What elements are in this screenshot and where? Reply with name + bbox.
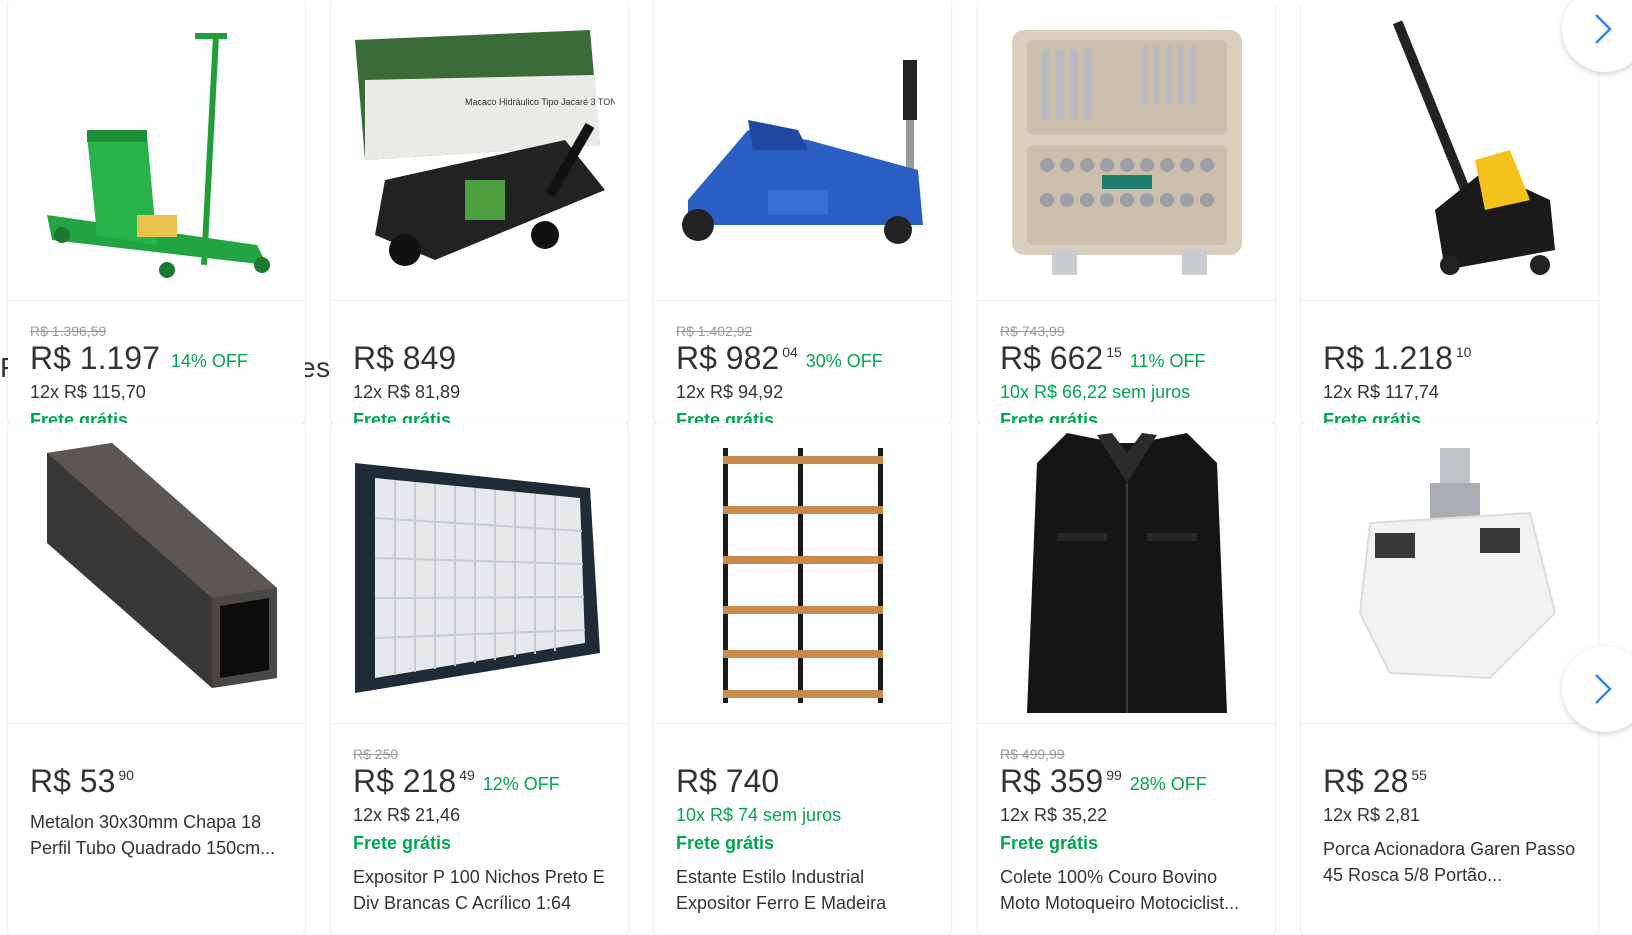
price: R$ 849	[353, 340, 457, 376]
product-title[interactable]: Estante Estilo Industrial Expositor Ferr…	[676, 864, 929, 916]
product-title[interactable]: Expositor P 100 Nichos Preto E Div Branc…	[353, 864, 606, 916]
product-card[interactable]: R$ 743,99 R$ 662 15 11% OFF 10x R$ 66,22…	[978, 0, 1275, 423]
product-image[interactable]	[331, 423, 628, 724]
old-price: R$ 250	[353, 746, 399, 762]
product-image[interactable]: Macaco Hidráulico Tipo Jacaré 3 TON.	[331, 0, 628, 301]
product-card[interactable]: R$ 53 90 Metalon 30x30mm Chapa 18 Perfil…	[8, 423, 305, 935]
installments: 10x R$ 66,22 sem juros	[1000, 382, 1191, 402]
price: R$ 53	[30, 763, 116, 799]
price-cents: 55	[1411, 767, 1427, 783]
old-price	[1323, 746, 1576, 763]
old-price	[30, 746, 283, 763]
discount-badge: 11% OFF	[1129, 351, 1206, 371]
product-card[interactable]: R$ 740 10x R$ 74 sem juros Frete grátis …	[654, 423, 951, 935]
price: R$ 982	[676, 340, 780, 376]
price-cents: 04	[782, 344, 798, 360]
installments: 12x R$ 117,74	[1323, 382, 1439, 402]
product-card[interactable]: R$ 1.396,59 R$ 1.197 14% OFF 12x R$ 115,…	[8, 0, 305, 423]
product-image[interactable]	[978, 423, 1275, 724]
old-price	[353, 323, 606, 340]
price: R$ 28	[1323, 763, 1409, 799]
blue-floor-jack-image	[681, 60, 923, 244]
product-image[interactable]	[978, 0, 1275, 301]
installments: 12x R$ 94,92	[676, 382, 784, 402]
yellow-floor-jack-image	[1392, 20, 1555, 275]
free-shipping-label: Frete grátis	[1323, 410, 1422, 423]
price-cents: 49	[459, 767, 475, 783]
industrial-shelf-image	[722, 448, 883, 703]
discount-badge: 14% OFF	[170, 351, 248, 371]
installments: 12x R$ 81,89	[353, 382, 461, 402]
installments: 12x R$ 2,81	[1323, 805, 1421, 825]
product-card[interactable]: R$ 28 55 12x R$ 2,81 Porca Acionadora Ga…	[1301, 423, 1598, 935]
free-shipping-label: Frete grátis	[676, 410, 775, 423]
product-card[interactable]: R$ 1.218 10 12x R$ 117,74 Frete grátis	[1301, 0, 1598, 423]
price-cents: 99	[1106, 767, 1122, 783]
price: R$ 359	[1000, 763, 1104, 799]
product-image[interactable]	[1301, 423, 1598, 724]
boxed-hydraulic-jack-image: Macaco Hidráulico Tipo Jacaré 3 TON.	[354, 30, 615, 266]
price: R$ 662	[1000, 340, 1104, 376]
price-cents: 10	[1455, 344, 1472, 360]
old-price: R$ 743,99	[1000, 323, 1065, 339]
product-image[interactable]	[8, 423, 305, 724]
installments: 12x R$ 115,70	[30, 382, 146, 402]
product-image[interactable]	[1301, 0, 1598, 301]
discount-badge: 28% OFF	[1129, 774, 1207, 794]
chevron-right-icon	[1595, 674, 1612, 704]
product-card[interactable]: R$ 499,99 R$ 359 99 28% OFF 12x R$ 35,22…	[978, 423, 1275, 935]
price: R$ 1.218	[1323, 340, 1453, 376]
green-floor-jack-image	[46, 33, 270, 278]
leather-vest-image	[1026, 433, 1227, 713]
price-cents: 90	[118, 767, 134, 783]
old-price	[1323, 323, 1576, 340]
free-shipping-label: Frete grátis	[1000, 410, 1099, 423]
installments: 12x R$ 21,46	[353, 805, 461, 825]
discount-badge: 30% OFF	[805, 351, 883, 371]
product-image[interactable]	[654, 0, 951, 301]
price: R$ 740	[676, 763, 780, 799]
product-image[interactable]	[654, 423, 951, 724]
chevron-right-icon	[1595, 14, 1612, 44]
free-shipping-label: Frete grátis	[676, 833, 775, 853]
gate-actuator-nut-image	[1358, 448, 1556, 680]
old-price: R$ 499,99	[1000, 746, 1065, 762]
free-shipping-label: Frete grátis	[1000, 833, 1099, 853]
installments: 10x R$ 74 sem juros	[676, 805, 842, 825]
product-title[interactable]: Porca Acionadora Garen Passo 45 Rosca 5/…	[1323, 836, 1576, 888]
product-title[interactable]: Colete 100% Couro Bovino Moto Motoqueiro…	[1000, 864, 1253, 916]
old-price: R$ 1.396,59	[30, 323, 107, 339]
product-card[interactable]: R$ 250 R$ 218 49 12% OFF 12x R$ 21,46 Fr…	[331, 423, 628, 935]
free-shipping-label: Frete grátis	[353, 833, 452, 853]
socket-tool-set-image	[1011, 30, 1242, 275]
price: R$ 1.197	[30, 340, 160, 376]
free-shipping-label: Frete grátis	[30, 410, 129, 423]
product-image[interactable]	[8, 0, 305, 301]
square-steel-tube-image	[46, 443, 277, 688]
product-card[interactable]: R$ 1.402,92 R$ 982 04 30% OFF 12x R$ 94,…	[654, 0, 951, 423]
old-price	[676, 746, 929, 763]
display-case-image	[354, 463, 600, 693]
installments: 12x R$ 35,22	[1000, 805, 1108, 825]
old-price: R$ 1.402,92	[676, 323, 753, 339]
product-card[interactable]: Macaco Hidráulico Tipo Jacaré 3 TON. R$ …	[331, 0, 628, 423]
discount-badge: 12% OFF	[482, 774, 560, 794]
price-cents: 15	[1106, 344, 1122, 360]
price: R$ 218	[353, 763, 457, 799]
box-label: Macaco Hidráulico Tipo Jacaré 3 TON.	[465, 97, 615, 107]
product-title[interactable]: Metalon 30x30mm Chapa 18 Perfil Tubo Qua…	[30, 809, 283, 861]
free-shipping-label: Frete grátis	[353, 410, 452, 423]
